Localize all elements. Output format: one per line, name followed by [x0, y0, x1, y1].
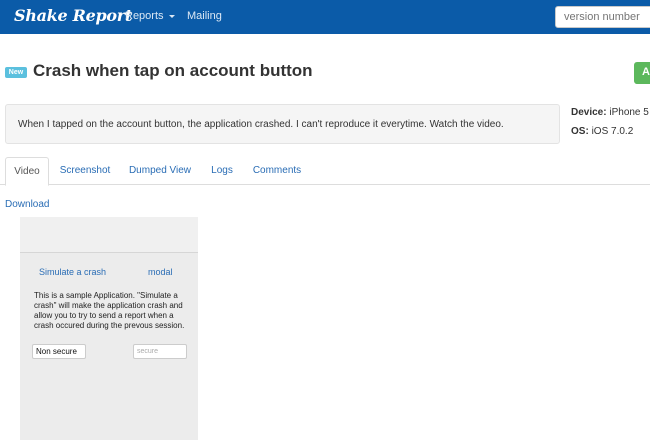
page-title: Crash when tap on account button: [33, 61, 313, 80]
report-description: When I tapped on the account button, the…: [5, 104, 560, 144]
brand-logo[interactable]: Shake Report: [14, 6, 132, 25]
simulate-crash-button: Simulate a crash: [39, 267, 107, 277]
os-value: iOS 7.0.2: [591, 126, 634, 137]
action-button[interactable]: A: [634, 62, 650, 84]
device-value: iPhone 5: [609, 107, 649, 118]
os-label: OS:: [571, 126, 589, 137]
tab-video[interactable]: Video: [5, 157, 49, 186]
top-navbar: Shake Report Reports Mailing: [0, 0, 650, 34]
sample-app-description: This is a sample Application. "Simulate …: [34, 291, 185, 330]
tab-comments[interactable]: Comments: [250, 157, 304, 185]
report-tabs: Video Screenshot Dumped View Logs Commen…: [0, 157, 650, 186]
download-link[interactable]: Download: [5, 199, 49, 210]
phone-navigation-bar: [20, 217, 198, 253]
device-info: Device: iPhone 5: [571, 107, 649, 118]
tab-dumped-view[interactable]: Dumped View: [125, 157, 195, 185]
chevron-down-icon: [168, 14, 175, 18]
version-search-input[interactable]: [555, 6, 650, 28]
nav-reports-dropdown[interactable]: Reports: [125, 10, 175, 22]
tab-screenshot[interactable]: Screenshot: [57, 157, 113, 185]
os-info: OS: iOS 7.0.2: [571, 126, 633, 137]
nav-reports-label: Reports: [125, 10, 164, 22]
secure-field: secure: [133, 344, 187, 359]
video-player[interactable]: Simulate a crash modal This is a sample …: [20, 217, 198, 440]
tab-logs[interactable]: Logs: [206, 157, 238, 185]
device-label: Device:: [571, 107, 607, 118]
non-secure-field: Non secure: [32, 344, 86, 359]
modal-button: modal: [148, 267, 173, 277]
status-badge: New: [5, 67, 27, 78]
nav-mailing-link[interactable]: Mailing: [187, 10, 222, 22]
